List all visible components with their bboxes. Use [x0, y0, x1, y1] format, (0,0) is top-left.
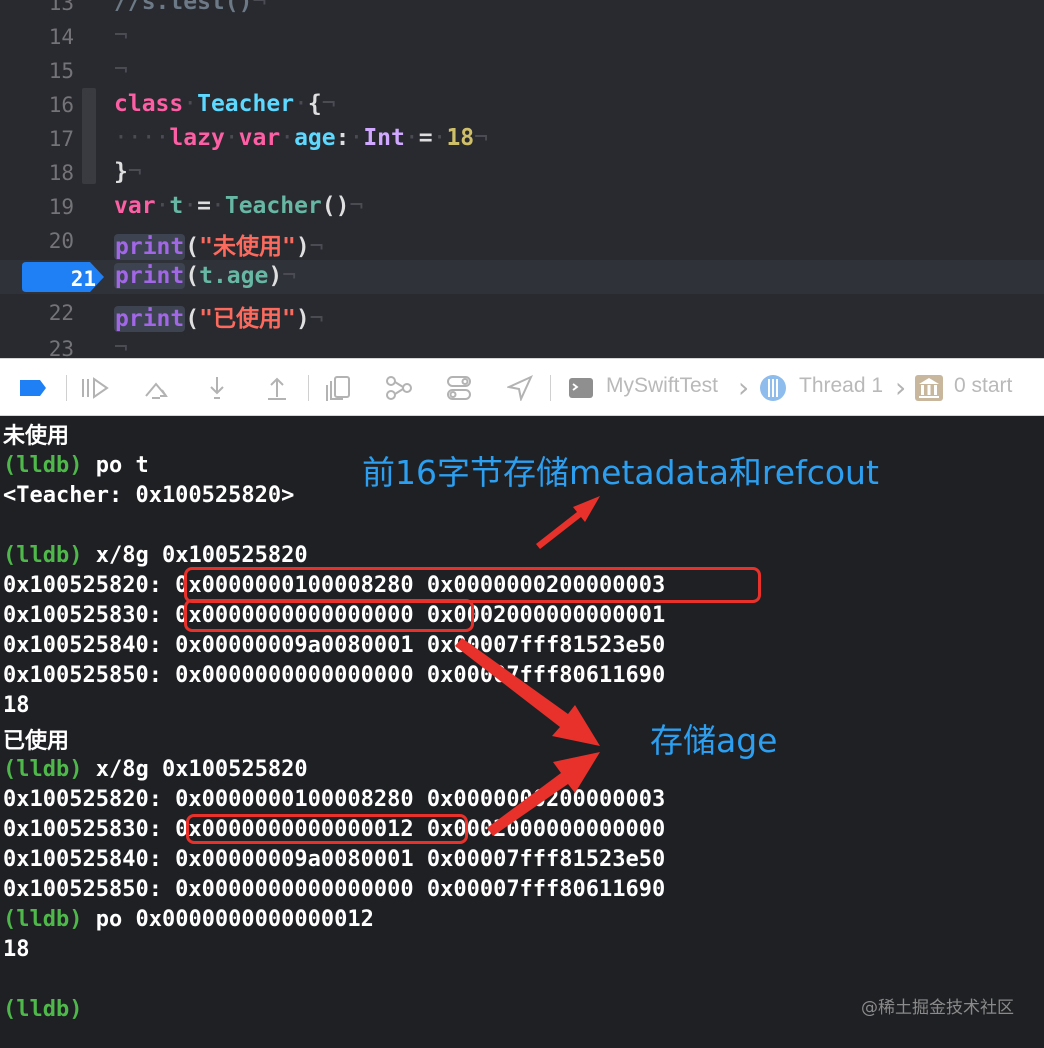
breakpoints-toggle-icon[interactable]	[18, 374, 48, 402]
type-name: Teacher	[224, 193, 322, 219]
highlight-metadata-refcount-box	[184, 567, 761, 603]
code-line-18[interactable]: 18 }¬	[0, 156, 1044, 190]
debug-console[interactable]: 未使用 (lldb) po t <Teacher: 0x100525820> (…	[0, 416, 1044, 1048]
console-command-line: (lldb) po 0x0000000000000012	[3, 907, 374, 932]
code-line-13[interactable]: 13 //s.test()¬	[0, 0, 1044, 20]
watermark: @稀土掘金技术社区	[861, 998, 1014, 1018]
invisible-newline-marker: ¬	[114, 23, 128, 49]
keyword: var	[114, 193, 156, 219]
line-number: 23	[48, 337, 74, 358]
code-line-22[interactable]: 22 print("已使用")¬	[0, 296, 1044, 332]
line-number: 15	[48, 59, 74, 83]
comment: //s.test()	[114, 0, 253, 15]
code-line-17[interactable]: 17 ····lazy·var·age:·Int·=·18¬	[0, 122, 1044, 156]
lldb-prompt: (lldb)	[3, 453, 83, 478]
console-output-line: 未使用	[3, 424, 70, 449]
debug-bar: MySwiftTest › Thread 1 › 0 start	[0, 358, 1044, 416]
view-hierarchy-icon[interactable]	[324, 374, 354, 402]
step-out-icon[interactable]	[262, 374, 292, 402]
property-access: t.age	[199, 263, 269, 289]
console-command-line: (lldb) x/8g 0x100525820	[3, 543, 308, 568]
type-name: Teacher	[197, 91, 295, 117]
breadcrumb-frame[interactable]: 0 start	[954, 374, 1012, 398]
code-line-14[interactable]: 14 ¬	[0, 20, 1044, 54]
keyword: class	[114, 91, 184, 117]
code-line-21[interactable]: 21 print(t.age)¬	[0, 260, 1044, 294]
console-command-line: (lldb) x/8g 0x100525820	[3, 757, 308, 782]
console-output-line: 18	[3, 937, 30, 962]
line-number: 19	[48, 195, 74, 219]
breakpoint-marker[interactable]: 21	[22, 262, 104, 292]
toolbar-separator	[66, 375, 67, 401]
line-number: 21	[70, 267, 96, 291]
annotation-metadata-refcount: 前16字节存储metadata和refcout	[362, 453, 879, 492]
line-number: 18	[48, 161, 74, 185]
code-editor[interactable]: 13 //s.test()¬ 14 ¬ 15 ¬ 16 class·Teache…	[0, 0, 1044, 358]
breadcrumb-thread[interactable]: Thread 1	[799, 374, 883, 398]
lldb-prompt: (lldb)	[3, 997, 83, 1022]
lldb-prompt: (lldb)	[3, 907, 83, 932]
annotation-arrows	[455, 496, 600, 836]
memory-dump-line: 0x100525820: 0x0000000100008280 0x000000…	[3, 787, 666, 812]
number-literal: 18	[446, 125, 475, 151]
string-literal: "未使用"	[199, 234, 296, 260]
continue-icon[interactable]	[80, 374, 110, 402]
step-into-icon[interactable]	[202, 374, 232, 402]
environment-overrides-icon[interactable]	[444, 374, 474, 402]
annotation-store-age: 存储age	[650, 721, 778, 760]
invisible-newline-marker: ¬	[252, 0, 267, 15]
line-number: 17	[48, 127, 74, 151]
terminal-app-icon	[566, 374, 596, 402]
code-line-15[interactable]: 15 ¬	[0, 54, 1044, 88]
keyword: var	[238, 125, 281, 151]
code-line-19[interactable]: 19 var·t·=·Teacher()¬	[0, 190, 1044, 224]
arrow-up-right-icon	[536, 496, 600, 549]
memory-graph-icon[interactable]	[384, 374, 414, 402]
code-line-16[interactable]: 16 class·Teacher·{¬	[0, 88, 1044, 122]
memory-dump-line: 0x100525850: 0x0000000000000000 0x00007f…	[3, 877, 666, 902]
keyword: lazy	[169, 125, 225, 151]
console-input-line[interactable]: (lldb)	[3, 997, 82, 1022]
variable-name: t	[169, 193, 184, 219]
chevron-right-icon: ›	[895, 371, 907, 404]
step-over-icon[interactable]	[142, 374, 172, 402]
function-call: print	[114, 234, 186, 260]
invisible-newline-marker: ¬	[114, 57, 128, 83]
console-output-line: 已使用	[3, 729, 70, 754]
console-command-line: (lldb) po t	[3, 453, 149, 478]
simulate-location-icon[interactable]	[505, 374, 535, 402]
thread-icon	[758, 374, 788, 402]
memory-dump-line: 0x100525850: 0x0000000000000000 0x00007f…	[3, 663, 666, 688]
toolbar-separator	[308, 375, 309, 401]
breadcrumb-scheme[interactable]: MySwiftTest	[606, 374, 718, 398]
property-name: age	[294, 125, 336, 151]
line-number: 16	[48, 93, 74, 117]
highlight-empty-slot-box	[184, 599, 474, 632]
memory-dump-line: 0x100525840: 0x00000009a0080001 0x00007f…	[3, 847, 666, 872]
function-call: print	[114, 306, 186, 332]
lldb-prompt: (lldb)	[3, 757, 83, 782]
console-output-line: 18	[3, 693, 30, 718]
highlight-age-value-box	[186, 814, 468, 844]
memory-dump-line: 0x100525840: 0x00000009a0080001 0x00007f…	[3, 633, 666, 658]
line-number: 13	[48, 0, 74, 15]
chevron-right-icon: ›	[738, 371, 750, 404]
function-call: print	[114, 263, 186, 289]
lldb-prompt: (lldb)	[3, 543, 83, 568]
line-number: 22	[48, 301, 74, 325]
line-number: 20	[48, 229, 74, 253]
toolbar-separator	[550, 375, 551, 401]
line-number: 14	[48, 25, 74, 49]
console-output-line: <Teacher: 0x100525820>	[3, 483, 295, 508]
code-line-23[interactable]: 23 ¬	[0, 332, 1044, 358]
string-literal: "已使用"	[199, 306, 296, 332]
code-line-20[interactable]: 20 print("未使用")¬	[0, 224, 1044, 260]
stack-frame-icon	[914, 374, 944, 402]
type-name: Int	[363, 125, 405, 151]
